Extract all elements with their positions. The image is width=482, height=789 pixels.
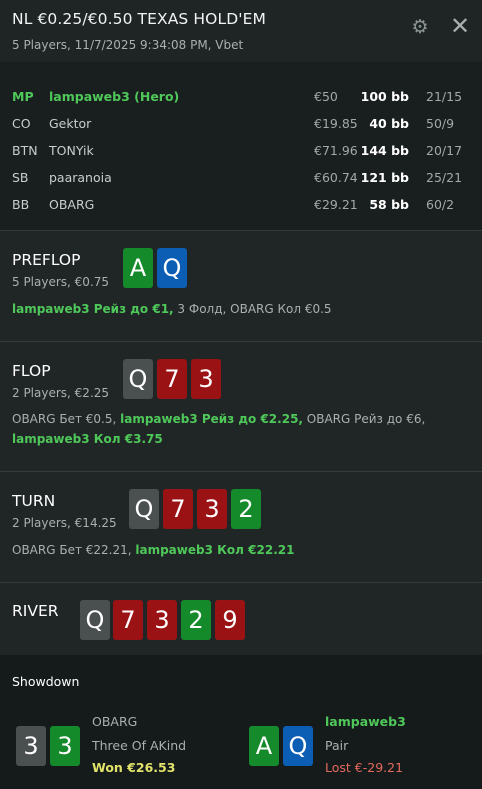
card: Q xyxy=(157,248,187,288)
player-stack-bb: 40 bb xyxy=(369,116,409,131)
hero-action: lampaweb3 Рейз до €1, xyxy=(12,302,174,316)
hero-action: lampaweb3 Кол €3.75 xyxy=(12,432,163,446)
player-stack: €71.96 xyxy=(314,143,358,158)
card: 7 xyxy=(157,359,187,399)
player-position: BTN xyxy=(12,143,38,158)
player-stack-bb: 121 bb xyxy=(360,170,409,185)
card: 3 xyxy=(197,489,227,529)
street-name: RIVER xyxy=(12,602,59,620)
player-name: TONYik xyxy=(49,143,94,158)
player-name: OBARG xyxy=(49,197,95,212)
player-row: BTN TONYik €71.96 144 bb 20/17 xyxy=(0,138,482,164)
player-position: BB xyxy=(12,197,30,212)
showdown-hero-hand: Pair xyxy=(325,738,349,753)
showdown-title: Showdown xyxy=(12,674,80,689)
player-stats: 21/15 xyxy=(426,89,463,104)
card: Q xyxy=(123,359,153,399)
page-title: NL €0.25/€0.50 TEXAS HOLD'EM xyxy=(12,10,266,28)
showdown-hero-result: Lost €-29.21 xyxy=(325,760,404,775)
player-stack-bb: 100 bb xyxy=(360,89,409,104)
player-stats: 20/17 xyxy=(426,143,463,158)
street-actions: OBARG Бет €22.21, lampaweb3 Кол €22.21 xyxy=(12,540,472,560)
gear-icon[interactable]: ⚙ xyxy=(409,16,431,38)
player-row: SB paaranoia €60.74 121 bb 25/21 xyxy=(0,165,482,191)
action-text: OBARG Бет €22.21, xyxy=(12,543,136,557)
street-flop: FLOP 2 Players, €2.25 Q 7 3 OBARG Бет €0… xyxy=(0,341,482,472)
player-stats: 25/21 xyxy=(426,170,463,185)
player-name: lampaweb3 (Hero) xyxy=(49,89,180,104)
card: 2 xyxy=(231,489,261,529)
player-stats: 60/2 xyxy=(426,197,455,212)
player-name: paaranoia xyxy=(49,170,112,185)
street-name: FLOP xyxy=(12,362,51,380)
street-preflop: PREFLOP 5 Players, €0.75 A Q lampaweb3 Р… xyxy=(0,230,482,342)
player-stats: 50/9 xyxy=(426,116,455,131)
header: NL €0.25/€0.50 TEXAS HOLD'EM 5 Players, … xyxy=(0,0,482,62)
player-stack-bb: 58 bb xyxy=(369,197,409,212)
card: A xyxy=(249,726,279,766)
street-turn: TURN 2 Players, €14.25 Q 7 3 2 OBARG Бет… xyxy=(0,471,482,583)
card: Q xyxy=(129,489,159,529)
player-stack-bb: 144 bb xyxy=(360,143,409,158)
player-stack: €60.74 xyxy=(314,170,358,185)
card: Q xyxy=(80,600,110,640)
hero-action: lampaweb3 Рейз до €2.25, xyxy=(120,412,303,426)
street-name: TURN xyxy=(12,492,56,510)
players-table: MP lampaweb3 (Hero) €50 100 bb 21/15 CO … xyxy=(0,62,482,230)
showdown-villain-result: Won €26.53 xyxy=(92,760,176,775)
showdown-hero-name: lampaweb3 xyxy=(325,714,406,729)
hero-action: lampaweb3 Кол €22.21 xyxy=(135,543,295,557)
street-river: RIVER Q 7 3 2 9 xyxy=(0,582,482,656)
card: 7 xyxy=(163,489,193,529)
card: A xyxy=(123,248,153,288)
street-actions: OBARG Бет €0.5, lampaweb3 Рейз до €2.25,… xyxy=(12,409,472,449)
street-info: 2 Players, €2.25 xyxy=(12,386,110,400)
player-position: MP xyxy=(12,89,34,104)
player-stack: €50 xyxy=(314,89,338,104)
card: Q xyxy=(283,726,313,766)
action-text: OBARG Бет €0.5, xyxy=(12,412,121,426)
showdown-villain-hand: Three Of AKind xyxy=(92,738,187,753)
showdown-villain-name: OBARG xyxy=(92,714,138,729)
street-info: 2 Players, €14.25 xyxy=(12,516,117,530)
card: 7 xyxy=(113,600,143,640)
showdown-panel: Showdown 3 3 OBARG Three Of AKind Won €2… xyxy=(0,655,482,789)
card: 2 xyxy=(181,600,211,640)
player-stack: €29.21 xyxy=(314,197,358,212)
card: 3 xyxy=(50,726,80,766)
player-position: CO xyxy=(12,116,31,131)
close-icon[interactable]: ✕ xyxy=(448,14,472,38)
player-row: CO Gektor €19.85 40 bb 50/9 xyxy=(0,111,482,137)
player-position: SB xyxy=(12,170,29,185)
card: 3 xyxy=(16,726,46,766)
action-text: OBARG Рейз до €6, xyxy=(302,412,426,426)
player-stack: €19.85 xyxy=(314,116,358,131)
hand-subtitle: 5 Players, 11/7/2025 9:34:08 PM, Vbet xyxy=(12,38,244,52)
action-text: 3 Фолд, OBARG Кол €0.5 xyxy=(173,302,332,316)
street-name: PREFLOP xyxy=(12,251,81,269)
card: 9 xyxy=(215,600,245,640)
player-row: MP lampaweb3 (Hero) €50 100 bb 21/15 xyxy=(0,84,482,110)
player-row: BB OBARG €29.21 58 bb 60/2 xyxy=(0,192,482,218)
street-info: 5 Players, €0.75 xyxy=(12,275,110,289)
player-name: Gektor xyxy=(49,116,92,131)
street-actions: lampaweb3 Рейз до €1, 3 Фолд, OBARG Кол … xyxy=(12,299,472,319)
card: 3 xyxy=(191,359,221,399)
card: 3 xyxy=(147,600,177,640)
